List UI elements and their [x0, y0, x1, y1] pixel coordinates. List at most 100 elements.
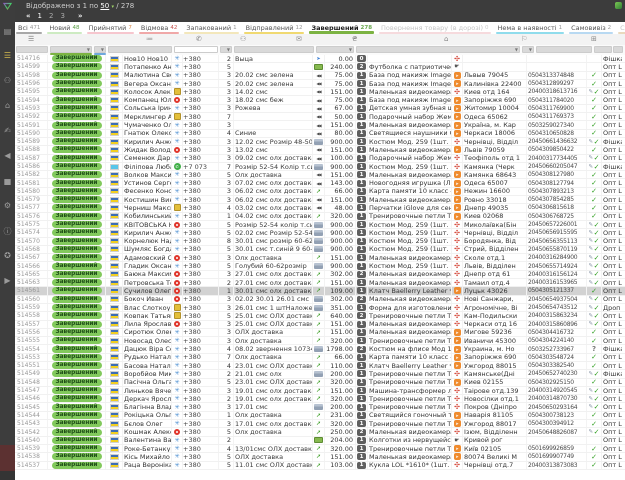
tag-icon[interactable]: ⊞ [591, 35, 597, 43]
column-filter[interactable]: ▼ [356, 46, 520, 53]
table-row[interactable]: 514558ЗавершенийКовпак Татьяна+380525.01… [15, 312, 625, 320]
column-filter[interactable] [16, 46, 48, 53]
location-icon[interactable]: ⚐ [521, 35, 527, 43]
column-filter[interactable]: ▼ [522, 46, 534, 53]
tab-7[interactable]: Завершений278 [308, 22, 375, 34]
warehouse-icon[interactable]: ⌂ [0, 101, 15, 110]
stats-icon[interactable]: ▅ [0, 176, 15, 185]
tab-3[interactable]: Прийнятий7 [86, 22, 135, 34]
table-row[interactable]: 514560ЗавершенийБокоч Иван+380302.02 30.… [15, 296, 625, 304]
page-number[interactable]: 1 [38, 12, 43, 20]
table-row[interactable]: 514575ЗавершенийКВІТОВСЬКА ЮЛІЯ+3805Розм… [15, 221, 625, 229]
table-row[interactable]: 514548ЗавершенийПасічна Ольга✳+380523.01… [15, 379, 625, 387]
table-row[interactable]: 514581ЗавершенийУстинов Сергей✳+380307.0… [15, 179, 625, 187]
table-row[interactable]: 514563ЗавершенийПетровська Тетяна+380227… [15, 279, 625, 287]
table-row[interactable]: 514557ЗавершенийЛила Ярослав+380325.01 с… [15, 321, 625, 329]
column-filter[interactable]: ▼ [50, 46, 92, 53]
page-number[interactable]: 2 [49, 12, 54, 20]
table-row[interactable]: 514593ЗавершенийСольська Ірина✳+3803Роже… [15, 105, 625, 113]
table-row[interactable]: 514596ЗавершенийВегера Оксана✳+380520.02… [15, 80, 625, 88]
table-row[interactable]: 514544ЗавершенийРокіцька Ольга✳+3801Олх … [15, 412, 625, 420]
table-row[interactable]: 514559ЗавершенийВлас Слоткоу+380326.01 с… [15, 304, 625, 312]
table-row[interactable]: 514567ЗавершенийАдамовский Станис+3803Ол… [15, 254, 625, 262]
table-row[interactable]: 514587ЗавершенийСеменюк Дарина✳+380309.0… [15, 155, 625, 163]
table-row[interactable]: 514554ЗавершенийДацюк Віра Сергіїв✳+3804… [15, 345, 625, 353]
info-icon[interactable]: ⓘ [0, 226, 15, 237]
dashboard-icon[interactable]: ▤ [0, 27, 15, 36]
tab-2[interactable]: Новий48 [46, 22, 82, 34]
table-row[interactable]: 514582ЗавершенийВолков Максим✳+3805Олх д… [15, 171, 625, 179]
column-filter[interactable] [594, 46, 612, 53]
orders-icon[interactable]: ☰ [0, 51, 15, 60]
table-row[interactable]: 514577ЗавершенийЧерниш Максим+380403.02 … [15, 204, 625, 212]
edit-list-icon[interactable]: ≔ [146, 35, 153, 43]
column-filter[interactable]: ▼ [220, 46, 232, 53]
table-row[interactable]: 514580ЗавершенийФесенко Константин✳+3803… [15, 188, 625, 196]
table-row[interactable]: 514590ЗавершенийГнатюк Олександр✳+3804Си… [15, 130, 625, 138]
last-page-icon[interactable]: » [78, 12, 84, 20]
table-row[interactable]: 514588ЗавершенийЖидак Володимир+380313.0… [15, 146, 625, 154]
table-row[interactable]: 514565ЗавершенийБаюка Максим+380327.01 с… [15, 271, 625, 279]
tab-9[interactable]: Нема в наявності1 [495, 22, 566, 34]
first-page-icon[interactable]: « [26, 12, 32, 20]
table-row[interactable]: 514540ЗавершенийВалентина Василів✳+38022… [15, 437, 625, 445]
table-row[interactable]: 514566ЗавершенийГладик Оксана✳+3805Голуб… [15, 262, 625, 270]
tasks-icon[interactable]: ✍ [0, 126, 15, 135]
table-row[interactable]: 514598ЗавершенийМалютина Светлана✳+38032… [15, 72, 625, 80]
video-icon[interactable]: ▶ [0, 276, 15, 285]
page-number[interactable]: 3 [60, 12, 65, 20]
table-row[interactable]: 514539ЗавершенийРоке-Бетанкурт Л✳+380413… [15, 445, 625, 453]
table-row[interactable]: 514545ЗавершенийБлагінна Владісла✳+38031… [15, 403, 625, 411]
table-row[interactable]: 514568ЗавершенийШумляс Богдана Ан✳+38053… [15, 246, 625, 254]
table-row[interactable]: 514543ЗавершенийБєлов Олег✳+380317.01 см… [15, 420, 625, 428]
table-row[interactable]: 514570ЗавершенийКорнелюк Надія Та✳+38083… [15, 238, 625, 246]
per-page-dropdown[interactable]: 50 [100, 2, 109, 10]
column-filter[interactable] [536, 46, 592, 53]
table-row[interactable]: 514555ЗавершенийНовосад Олеся✳+3803Олх д… [15, 337, 625, 345]
table-row[interactable]: 514592ЗавершенийМерклингер Андрей+3807◀◀… [15, 113, 625, 121]
table-row[interactable]: 514547ЗавершенийЛиньков Вячеслав✳+380319… [15, 387, 625, 395]
column-filter[interactable] [174, 46, 218, 53]
table-row[interactable]: 514591ЗавершенийЧумаченко Олена✳+3803◀◀1… [15, 121, 625, 129]
table-row[interactable]: 514576ЗавершенийКобилинський Юрій✳+38010… [15, 213, 625, 221]
product-icon[interactable]: ⌂ [444, 35, 448, 43]
table-row[interactable]: 514595ЗавершенийКолосок Александр+380314… [15, 88, 625, 96]
marketing-icon[interactable]: ◀ [0, 151, 15, 160]
table-row[interactable]: 514551ЗавершенийБасова Наталя✳+380423.01… [15, 362, 625, 370]
column-filter[interactable] [234, 46, 314, 53]
table-row[interactable]: 514599ЗавершенийПотапенко Анаст✳+3805240… [15, 63, 625, 71]
table-row[interactable]: 514574ЗавершенийКирилич Анжела Он✳+38050… [15, 229, 625, 237]
top-right-icon[interactable] [615, 2, 622, 9]
tab-4[interactable]: Відмова42 [138, 22, 180, 34]
table-row[interactable]: 514589ЗавершенийКирилич Анжела Ол✳+38031… [15, 138, 625, 146]
column-filter[interactable] [613, 46, 623, 53]
table-row[interactable]: 514542ЗавершенийКошмак Александр+3805Олх… [15, 428, 625, 436]
table-row[interactable]: 514579ЗавершенийКостишин Виктор✳+380306.… [15, 196, 625, 204]
table-row[interactable]: 514546ЗавершенийДеркач Ярослав✳+380219.0… [15, 395, 625, 403]
settings-icon[interactable]: ⚙ [0, 201, 15, 210]
tab-5[interactable]: Запакований1 [183, 22, 239, 34]
clients-icon[interactable]: ⚇ [240, 35, 246, 43]
payment-icon[interactable]: ₴ [352, 35, 357, 43]
call-icon[interactable]: ✆ [196, 35, 202, 43]
table-row[interactable]: 514538ЗавершенийКісь Михайло✳+3805ОЛХ до… [15, 453, 625, 461]
table-row[interactable]: 514594ЗавершенийКомпанец Юля+380318.02 с… [15, 96, 625, 104]
table-row[interactable]: 514549ЗавершенийВоробйов Микола✳+380221.… [15, 370, 625, 378]
network-icon[interactable]: ✪ [0, 251, 15, 260]
table-row[interactable]: 514561ЗавершенийСучилов Олег+380130.01 с… [15, 287, 625, 295]
column-filter[interactable]: ▼ [94, 46, 106, 53]
column-filter[interactable]: ▼ [316, 46, 354, 53]
table-row[interactable]: 514537ЗавершенийРаца Вероніка✳+380511.01… [15, 462, 625, 470]
table-row[interactable]: 514556ЗавершенийСиротюк Олекса✳+3803ОЛХ … [15, 329, 625, 337]
tab-8[interactable]: Повернення товару (в дорозі)0 [378, 22, 491, 34]
table-row[interactable]: 514586ЗавершенийФіліпова Люба✆+7 0737Роз… [15, 163, 625, 171]
tab-10[interactable]: Самовивіз2 [568, 22, 614, 34]
tab-6[interactable]: Відправлений12 [243, 22, 306, 34]
table-row[interactable]: 514553ЗавершенийРудько Наталья✳+3807Олх … [15, 354, 625, 362]
column-filter[interactable] [108, 46, 172, 53]
comment-icon[interactable]: ✉ [296, 35, 302, 43]
rows-icon[interactable]: ☰ [28, 35, 34, 43]
tab-11[interactable]: Сервіси0 [617, 22, 625, 34]
clients-icon[interactable]: ⚇ [0, 76, 15, 85]
table-row[interactable]: 514716ЗавершенийНов10 Нов10✳+3802Выца➤0.… [15, 55, 625, 63]
